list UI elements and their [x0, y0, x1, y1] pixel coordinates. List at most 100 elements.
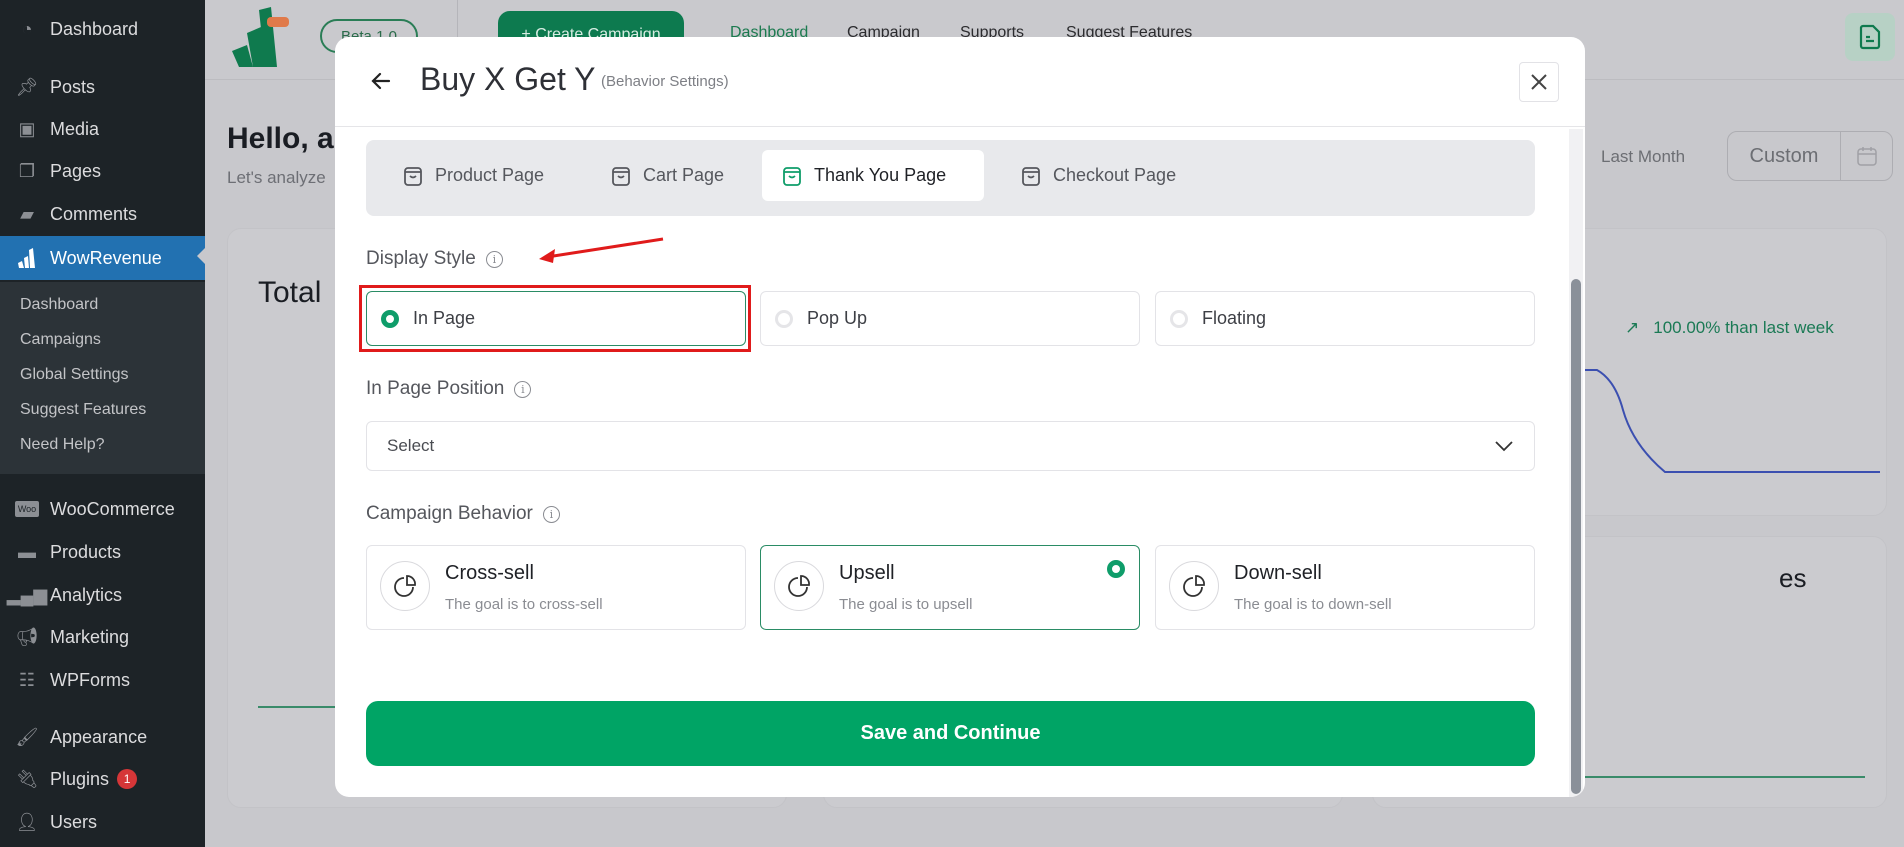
behavior-upsell[interactable]: Upsell The goal is to upsell: [760, 545, 1140, 630]
sidebar-item-woocommerce[interactable]: Woo WooCommerce: [0, 489, 205, 529]
document-icon: [1859, 24, 1881, 50]
bag-icon: [783, 166, 801, 186]
display-style-label: Display Style i: [366, 248, 503, 270]
sidebar-item-label: Products: [50, 541, 122, 562]
display-style-pop-up[interactable]: Pop Up: [760, 291, 1140, 346]
sidebar-item-appearance[interactable]: 🖌︎ Appearance: [0, 717, 205, 757]
docs-button[interactable]: [1845, 13, 1895, 61]
update-count-badge: 1: [117, 769, 138, 789]
sales-card-title: es: [1779, 563, 1807, 593]
behavior-settings-modal: Buy X Get Y (Behavior Settings) Product …: [335, 37, 1585, 797]
box-icon: ▬: [18, 541, 36, 562]
woo-icon: Woo: [14, 498, 40, 520]
save-and-continue-button[interactable]: Save and Continue: [366, 701, 1535, 766]
total-card-title: Total: [258, 276, 322, 309]
info-icon[interactable]: i: [485, 250, 503, 268]
sidebar-item-users[interactable]: 👤︎ Users: [0, 802, 205, 842]
in-page-position-select[interactable]: Select: [366, 421, 1535, 471]
calendar-icon: [1840, 132, 1892, 180]
plug-icon: 🔌︎: [15, 768, 39, 789]
tab-product-page[interactable]: Product Page: [383, 150, 564, 201]
tab-label: Thank You Page: [814, 165, 947, 185]
sidebar-item-label: WPForms: [50, 669, 130, 690]
brush-icon: 🖌︎: [15, 726, 39, 747]
behavior-desc: The goal is to down-sell: [1234, 596, 1392, 613]
modal-subtitle: (Behavior Settings): [601, 73, 729, 90]
greeting-subtitle: Let's analyze: [227, 168, 326, 187]
sidebar-item-plugins[interactable]: 🔌︎ Plugins 1: [0, 759, 205, 799]
tab-label: Product Page: [435, 165, 545, 185]
sidebar-item-label: WooCommerce: [50, 498, 175, 519]
submenu-need-help[interactable]: Need Help?: [20, 436, 105, 454]
bag-icon: [404, 166, 422, 186]
back-button[interactable]: [365, 65, 397, 97]
dashboard-icon: ◔: [21, 18, 33, 39]
scrollbar-thumb[interactable]: [1571, 279, 1581, 794]
sidebar-item-analytics[interactable]: ▂▄▆ Analytics: [0, 575, 205, 615]
sidebar-item-label: Dashboard: [50, 18, 139, 39]
sidebar-item-label: Posts: [50, 76, 96, 97]
sidebar-item-marketing[interactable]: 📢︎ Marketing: [0, 617, 205, 657]
sidebar-item-products[interactable]: ▬ Products: [0, 532, 205, 572]
sidebar-item-label: Plugins: [50, 768, 110, 789]
annotation-arrow: [539, 237, 664, 263]
form-icon: ☷: [18, 669, 36, 690]
modal-header: Buy X Get Y (Behavior Settings): [335, 37, 1585, 127]
modal-title: Buy X Get Y: [420, 61, 596, 97]
sidebar-item-label: Appearance: [50, 726, 148, 747]
submenu-suggest-features[interactable]: Suggest Features: [20, 401, 146, 419]
in-page-position-label: In Page Position i: [366, 378, 532, 400]
sidebar-item-label: Comments: [50, 203, 138, 224]
media-icon: ▣: [18, 118, 36, 139]
submenu-dashboard[interactable]: Dashboard: [20, 296, 98, 314]
label-text: In Page Position: [366, 378, 505, 399]
behavior-title: Upsell: [839, 562, 895, 584]
sidebar-item-posts[interactable]: 📌︎ Posts: [0, 67, 205, 107]
pages-icon: ❐: [18, 160, 36, 181]
behavior-cross-sell[interactable]: Cross-sell The goal is to cross-sell: [366, 545, 746, 630]
sidebar-item-wowrevenue[interactable]: WowRevenue: [0, 236, 205, 280]
behavior-desc: The goal is to cross-sell: [445, 596, 603, 613]
bag-icon: [1022, 166, 1040, 186]
sidebar-item-dashboard[interactable]: ◔ Dashboard: [0, 9, 205, 49]
tab-cart-page[interactable]: Cart Page: [591, 150, 744, 201]
trend-text: 100.00% than last week: [1653, 318, 1834, 337]
behavior-title: Down-sell: [1234, 562, 1322, 584]
sidebar-item-label: Media: [50, 118, 100, 139]
pie-chart-icon: [774, 561, 824, 611]
close-button[interactable]: [1519, 62, 1559, 102]
display-style-floating[interactable]: Floating: [1155, 291, 1535, 346]
submenu-global-settings[interactable]: Global Settings: [20, 366, 129, 384]
comment-icon: ▰: [20, 203, 34, 224]
radio-unselected: [1170, 309, 1188, 328]
page-tabs: Product Page Cart Page Thank You Page Ch…: [366, 140, 1535, 216]
wowrevenue-icon: [14, 247, 40, 269]
label-text: Campaign Behavior: [366, 503, 533, 524]
radio-selected: [1107, 560, 1125, 578]
trend-up-icon: ↗: [1625, 318, 1640, 337]
greeting-heading: Hello, a: [227, 122, 334, 155]
tab-label: Cart Page: [643, 165, 725, 185]
info-icon[interactable]: i: [542, 505, 560, 523]
radio-unselected: [775, 309, 793, 328]
sales-baseline: [1585, 776, 1865, 778]
sidebar-item-comments[interactable]: ▰ Comments: [0, 194, 205, 234]
annotation-highlight-box: [359, 285, 751, 352]
tab-thank-you-page[interactable]: Thank You Page: [762, 150, 984, 201]
sidebar-item-wpforms[interactable]: ☷ WPForms: [0, 660, 205, 700]
custom-date-button[interactable]: Custom: [1727, 131, 1893, 181]
sidebar-item-media[interactable]: ▣ Media: [0, 109, 205, 149]
info-icon[interactable]: i: [514, 380, 532, 398]
tab-checkout-page[interactable]: Checkout Page: [1001, 150, 1196, 201]
behavior-title: Cross-sell: [445, 562, 534, 584]
sidebar-item-pages[interactable]: ❐ Pages: [0, 151, 205, 191]
sidebar-item-label: Users: [50, 811, 98, 832]
campaign-behavior-label: Campaign Behavior i: [366, 503, 560, 525]
close-icon: [1531, 74, 1547, 90]
last-month-filter[interactable]: Last Month: [1601, 147, 1685, 167]
wowrevenue-logo: [227, 5, 291, 67]
pie-chart-icon: [1169, 561, 1219, 611]
custom-label: Custom: [1749, 144, 1819, 167]
behavior-down-sell[interactable]: Down-sell The goal is to down-sell: [1155, 545, 1535, 630]
submenu-campaigns[interactable]: Campaigns: [20, 331, 101, 349]
